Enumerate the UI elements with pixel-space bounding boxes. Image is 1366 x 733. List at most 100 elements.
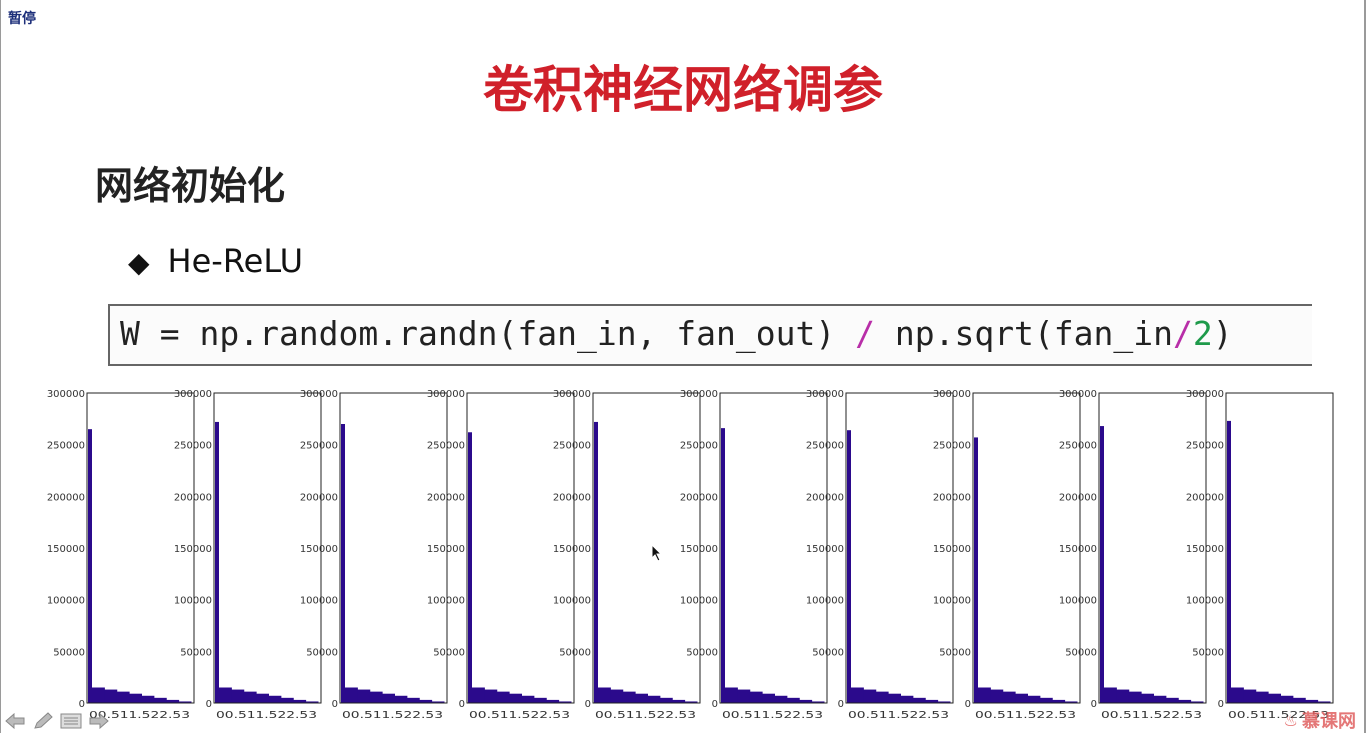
histogram-bar [231, 689, 245, 703]
y-tick-label: 150000 [47, 544, 85, 555]
histogram-bar [875, 691, 889, 703]
back-arrow-icon[interactable] [4, 711, 26, 731]
y-tick-label: 50000 [53, 647, 85, 658]
histogram-bar [1280, 695, 1294, 703]
flame-icon: ♨ [1283, 710, 1298, 730]
code-operator: / [855, 314, 875, 353]
histogram-bar [1255, 691, 1269, 703]
x-tick-label: 00.511.522.53 [722, 710, 823, 721]
y-tick-label: 200000 [1059, 492, 1097, 503]
y-tick-label: 200000 [680, 492, 718, 503]
y-tick-label: 0 [79, 699, 85, 710]
histogram-bar [509, 693, 522, 703]
forward-arrow-icon[interactable] [88, 711, 110, 731]
histograms-svg: 300000 250000 200000 150000 100000 50000 0 00.5… [47, 389, 1334, 721]
y-tick-label: 100000 [1186, 596, 1224, 607]
bullet-item: ◆ He-ReLU [128, 242, 303, 280]
y-tick-label: 0 [206, 699, 212, 710]
histogram-bar [533, 697, 547, 703]
histogram-panel: 300000 250000 200000 150000 100000 50000 0 00.5… [174, 389, 322, 721]
y-tick-label: 50000 [686, 647, 718, 658]
histogram-bar [141, 695, 155, 703]
histogram-bar [104, 689, 118, 703]
plot-frame [1225, 392, 1334, 704]
x-tick-label: 00.511.522.53 [595, 710, 696, 721]
y-tick-label: 200000 [300, 492, 338, 503]
histogram-bar [851, 687, 864, 703]
y-tick-label: 100000 [553, 596, 591, 607]
histogram-panel: 300000 250000 200000 150000 100000 50000 0 00.5… [300, 389, 448, 721]
histogram-bar [659, 697, 673, 703]
histogram-grid: 300000 250000 200000 150000 100000 50000 0 00.5… [0, 380, 1366, 725]
y-tick-label: 0 [332, 699, 338, 710]
histogram-bar [1153, 695, 1167, 703]
y-tick-label: 0 [585, 699, 591, 710]
histogram-bar [912, 697, 926, 703]
histogram-bar [1227, 420, 1231, 703]
y-tick-label: 50000 [433, 647, 465, 658]
histogram-bar [786, 697, 800, 703]
histogram-bar [88, 429, 92, 703]
x-tick-label: 00.511.522.53 [1101, 710, 1202, 721]
bullet-text: He-ReLU [167, 242, 303, 280]
histogram-bar [215, 421, 219, 703]
histogram-bar [847, 430, 851, 703]
histogram-bar [721, 428, 725, 703]
pause-button[interactable]: 暂停 [8, 8, 36, 28]
y-tick-label: 100000 [427, 596, 465, 607]
histogram-bar [762, 693, 775, 703]
menu-icon[interactable] [60, 711, 82, 731]
histogram-bar [468, 432, 472, 703]
histogram-bar [1027, 695, 1041, 703]
histogram-bar [725, 687, 738, 703]
x-tick-label: 00.511.522.53 [469, 710, 570, 721]
code-part-1: W = np.random.randn(fan_in, fan_out) [120, 314, 856, 353]
histogram-bar [256, 693, 269, 703]
y-tick-label: 250000 [1186, 441, 1224, 452]
y-tick-label: 150000 [427, 544, 465, 555]
code-block: W = np.random.randn(fan_in, fan_out) / n… [108, 304, 1312, 366]
y-tick-label: 0 [965, 699, 971, 710]
y-tick-label: 250000 [680, 441, 718, 452]
histogram-bar [1116, 689, 1130, 703]
y-tick-label: 300000 [1186, 389, 1224, 400]
y-tick-label: 100000 [300, 596, 338, 607]
x-tick-label: 00.511.522.53 [342, 710, 443, 721]
y-tick-label: 0 [1218, 699, 1224, 710]
y-tick-label: 0 [459, 699, 465, 710]
histogram-panel: 300000 250000 200000 150000 100000 50000 0 00.5… [1059, 389, 1207, 721]
histogram-bar [129, 693, 142, 703]
histogram-bar [1231, 687, 1244, 703]
histogram-bar [496, 691, 510, 703]
histogram-bar [1128, 691, 1142, 703]
histogram-bar [1165, 697, 1179, 703]
y-tick-label: 150000 [300, 544, 338, 555]
y-tick-label: 250000 [174, 441, 212, 452]
histogram-bar [978, 687, 991, 703]
y-tick-label: 200000 [174, 492, 212, 503]
y-tick-label: 50000 [559, 647, 591, 658]
y-tick-label: 50000 [1192, 647, 1224, 658]
y-tick-label: 300000 [427, 389, 465, 400]
histogram-bar [1039, 697, 1053, 703]
y-tick-label: 100000 [1059, 596, 1097, 607]
histogram-bar [382, 693, 395, 703]
histogram-panel: 300000 250000 200000 150000 100000 50000 0 00.5… [427, 389, 575, 721]
y-tick-label: 300000 [933, 389, 971, 400]
y-tick-label: 250000 [933, 441, 971, 452]
histogram-bar [1243, 689, 1257, 703]
y-tick-label: 300000 [300, 389, 338, 400]
histogram-bar [345, 687, 358, 703]
y-tick-label: 150000 [1059, 544, 1097, 555]
histogram-bar [92, 687, 105, 703]
histogram-bar [622, 691, 636, 703]
histogram-panel: 300000 250000 200000 150000 100000 50000 0 00.5… [933, 389, 1081, 721]
y-tick-label: 250000 [806, 441, 844, 452]
histogram-bar [406, 697, 420, 703]
y-tick-label: 50000 [939, 647, 971, 658]
code-operator-2: / [1173, 314, 1193, 353]
pen-icon[interactable] [32, 711, 54, 731]
histogram-bar [635, 693, 648, 703]
histogram-bar [863, 689, 877, 703]
y-tick-label: 100000 [47, 596, 85, 607]
